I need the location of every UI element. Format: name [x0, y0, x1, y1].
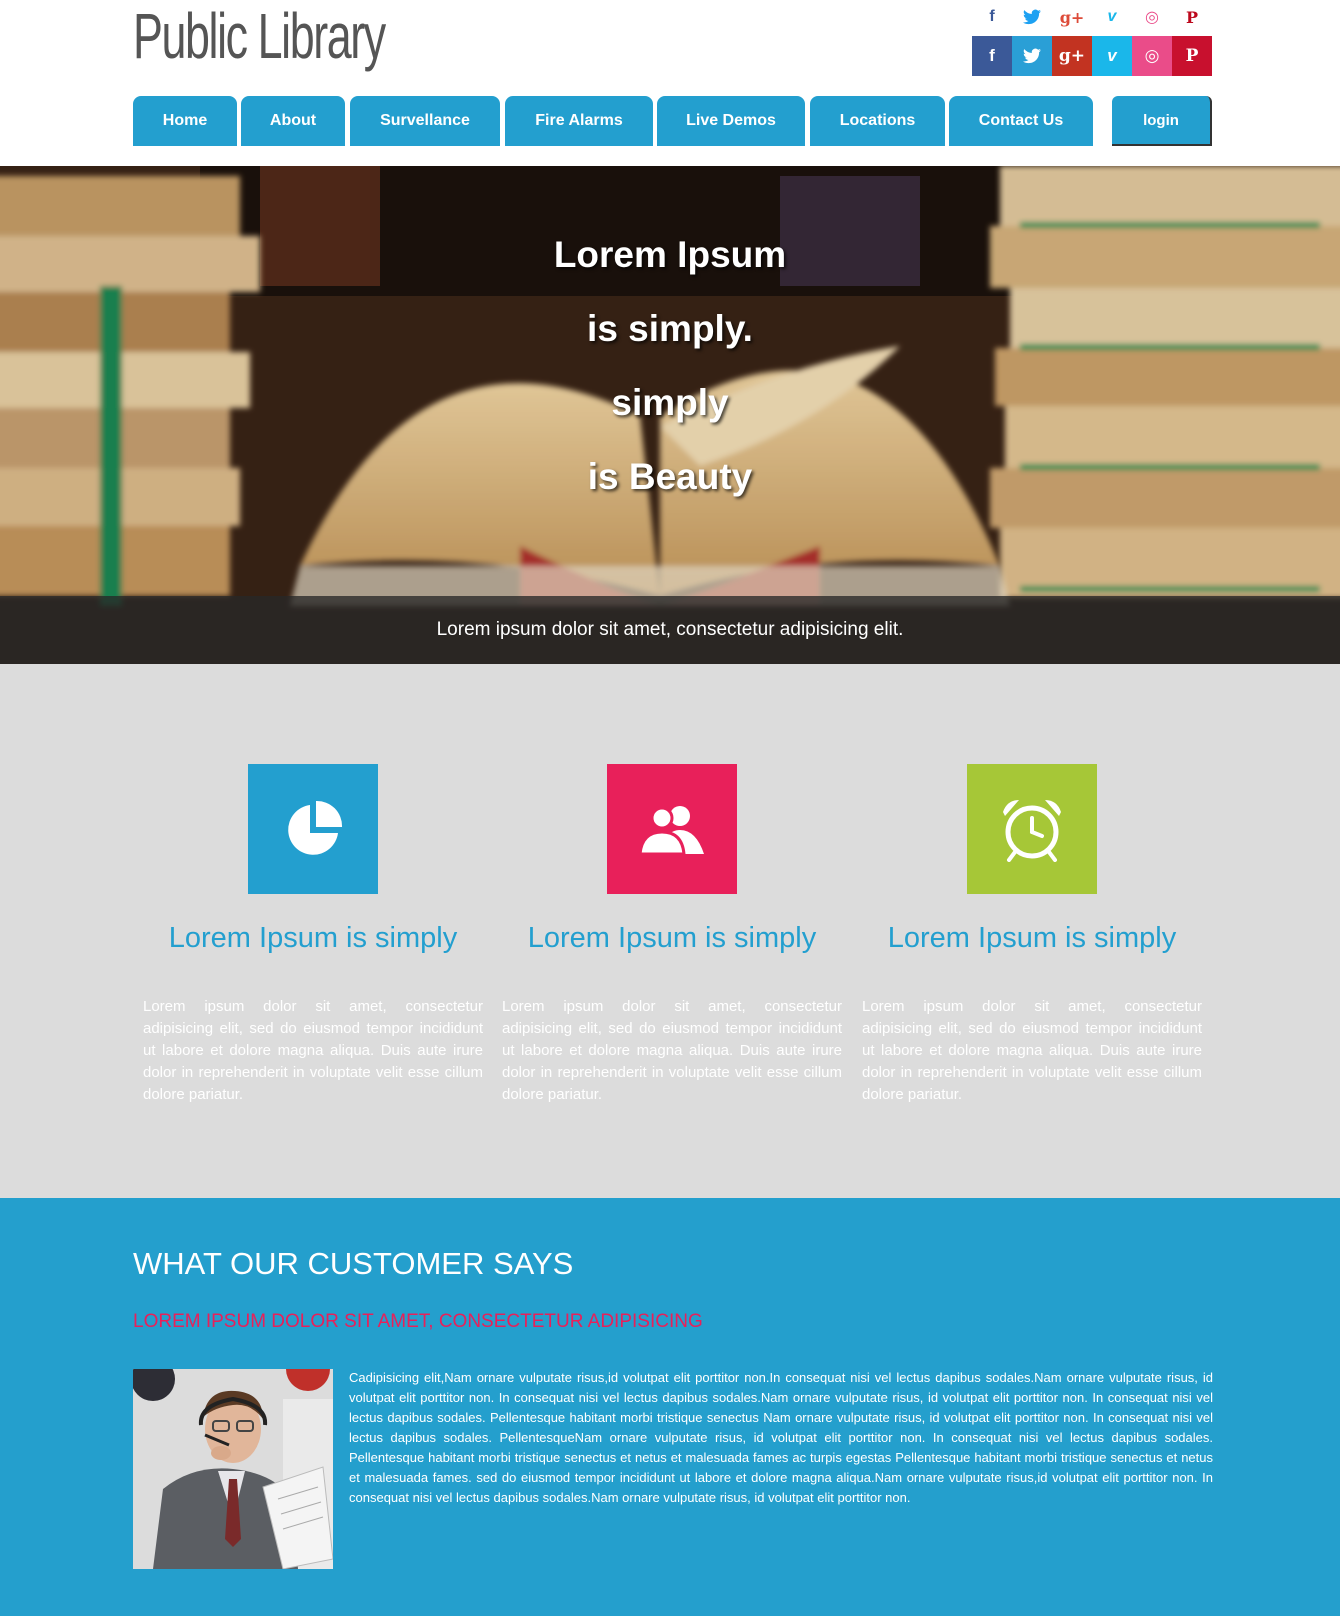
hero-caption: Lorem ipsum dolor sit amet, consectetur … [0, 596, 1340, 664]
twitter-icon[interactable] [1012, 36, 1052, 76]
features-section: Lorem Ipsum is simply Lorem ipsum dolor … [0, 664, 1340, 1198]
feature-icon-box[interactable] [967, 764, 1097, 894]
dribbble-icon[interactable]: ◎ [1132, 36, 1172, 76]
site-header: Public Library f g+ v ◎ P f g+ v ◎ P Hom… [0, 0, 1340, 166]
feature-title: Lorem Ipsum is simply [887, 922, 1177, 954]
feature-icon-box[interactable] [607, 764, 737, 894]
vimeo-icon[interactable]: v [1092, 2, 1132, 32]
hero-line-3: simply [611, 382, 729, 423]
google-plus-icon[interactable]: g+ [1052, 2, 1092, 32]
feature-title: Lorem Ipsum is simply [168, 922, 458, 954]
users-icon [638, 806, 704, 854]
nav-locations[interactable]: Locations [810, 96, 945, 146]
pinterest-icon[interactable]: P [1172, 36, 1212, 76]
dribbble-icon[interactable]: ◎ [1132, 2, 1172, 32]
nav-contact-us[interactable]: Contact Us [949, 96, 1093, 146]
social-links-large: f g+ v ◎ P [972, 36, 1212, 76]
testimonial-heading: WHAT OUR CUSTOMER SAYS [133, 1246, 574, 1281]
testimonial-quote: Cadipisicing elit,Nam ornare vulputate r… [349, 1370, 1213, 1505]
nav-fire-alarms[interactable]: Fire Alarms [505, 96, 653, 146]
vimeo-icon[interactable]: v [1092, 36, 1132, 76]
social-links-small: f g+ v ◎ P [972, 2, 1212, 32]
pie-chart-icon [288, 800, 343, 855]
pinterest-icon[interactable]: P [1172, 2, 1212, 32]
feature-title: Lorem Ipsum is simply [527, 922, 817, 954]
hero-line-2: is simply. [587, 308, 753, 349]
feature-text: Lorem ipsum dolor sit amet, consectetur … [862, 998, 1202, 1103]
twitter-icon[interactable] [1012, 2, 1052, 32]
nav-home[interactable]: Home [133, 96, 237, 146]
nav-about[interactable]: About [241, 96, 345, 146]
hero-line-4: is Beauty [587, 456, 753, 497]
feature-icon-box[interactable] [248, 764, 378, 894]
google-plus-icon[interactable]: g+ [1052, 36, 1092, 76]
alarm-clock-icon [1003, 800, 1061, 862]
customer-photo [133, 1369, 333, 1569]
site-logo[interactable]: Public Library [133, 0, 386, 72]
feature-text: Lorem ipsum dolor sit amet, consectetur … [143, 998, 483, 1103]
nav-survellance[interactable]: Survellance [350, 96, 500, 146]
hero-banner: Lorem Ipsum is simply. simply is Beauty … [0, 166, 1340, 664]
facebook-icon[interactable]: f [972, 2, 1012, 32]
facebook-icon[interactable]: f [972, 36, 1012, 76]
main-nav: Home About Survellance Fire Alarms Live … [133, 96, 1213, 146]
feature-text: Lorem ipsum dolor sit amet, consectetur … [502, 998, 842, 1103]
nav-live-demos[interactable]: Live Demos [657, 96, 805, 146]
login-button[interactable]: login [1112, 96, 1212, 146]
testimonial-subheading: LOREM IPSUM DOLOR SIT AMET, CONSECTETUR … [133, 1311, 703, 1332]
testimonial-section: WHAT OUR CUSTOMER SAYS LOREM IPSUM DOLOR… [0, 1198, 1340, 1616]
hero-line-1: Lorem Ipsum [553, 234, 787, 275]
